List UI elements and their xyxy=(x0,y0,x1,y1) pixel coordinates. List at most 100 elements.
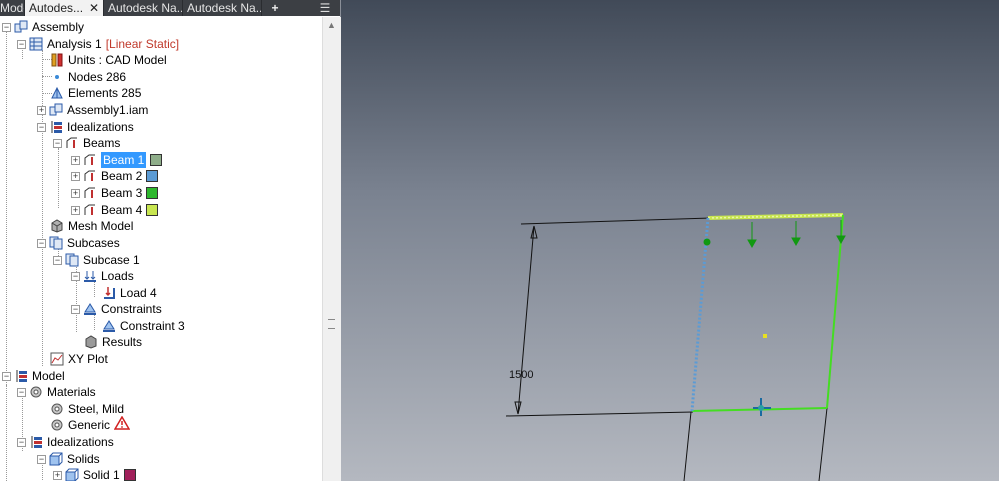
tree-label: Units : CAD Model xyxy=(68,53,167,67)
expand-toggle[interactable]: + xyxy=(37,105,46,115)
tree-item-generic[interactable]: Generic xyxy=(50,415,131,433)
tree-item-model[interactable]: − Model xyxy=(2,368,65,384)
loads-icon xyxy=(83,269,97,283)
tree-item-loads[interactable]: − Loads xyxy=(71,268,134,284)
beam-icon xyxy=(83,153,97,167)
tree-label: Elements 285 xyxy=(68,86,142,100)
tree-item-nodes[interactable]: Nodes 286 xyxy=(50,69,126,85)
collapse-toggle[interactable]: − xyxy=(17,39,26,49)
tree-item-materials[interactable]: − Materials xyxy=(17,384,96,400)
beam-icon xyxy=(83,169,97,183)
scroll-grip[interactable] xyxy=(328,319,335,329)
color-swatch xyxy=(150,154,163,166)
tree-label: Load 4 xyxy=(120,286,157,300)
xy-plot-icon xyxy=(50,352,64,366)
tree-label: Assembly1.iam xyxy=(67,103,149,117)
tree-label: Beam 3 xyxy=(101,186,143,200)
tree-label: Beams xyxy=(83,136,121,150)
tree-item-constraint-3[interactable]: Constraint 3 xyxy=(102,318,185,334)
tree-item-solid-1[interactable]: + Solid 1 xyxy=(53,467,136,481)
tree-label: Solid 1 xyxy=(83,468,120,481)
beam-icon xyxy=(65,136,79,150)
units-icon xyxy=(50,53,64,67)
tree-item-subcases[interactable]: − Subcases xyxy=(37,235,120,251)
tree-item-idealizations-model[interactable]: − Idealizations xyxy=(17,434,114,450)
tree-label: Beam 1 xyxy=(101,152,147,168)
beam-icon xyxy=(83,186,97,200)
collapse-toggle[interactable]: − xyxy=(37,454,46,464)
tree-item-beams[interactable]: − Beams xyxy=(53,135,120,151)
tree-item-assembly-iam[interactable]: + Assembly1.iam xyxy=(37,102,148,118)
tree-label: Analysis 1 xyxy=(47,37,102,51)
beam-icon xyxy=(83,203,97,217)
collapse-toggle[interactable]: − xyxy=(17,437,26,447)
close-icon[interactable]: ✕ xyxy=(89,1,99,15)
tree-item-load-4[interactable]: Load 4 xyxy=(102,285,157,301)
tab-autodesk-active[interactable]: Autodes... ✕ xyxy=(25,0,104,16)
tree-item-idealizations[interactable]: − Idealizations xyxy=(37,119,134,135)
beam-right xyxy=(826,214,844,409)
tree-item-assembly[interactable]: − Assembly xyxy=(2,19,84,35)
tree-item-constraints[interactable]: − Constraints xyxy=(71,301,162,317)
collapse-toggle[interactable]: − xyxy=(71,304,80,314)
collapse-toggle[interactable]: − xyxy=(2,371,11,381)
tree-item-beam-3[interactable]: + Beam 3 xyxy=(71,185,159,201)
subcase-icon xyxy=(65,253,79,267)
tree-item-solids[interactable]: − Solids xyxy=(37,451,100,467)
results-icon xyxy=(84,335,98,349)
tree-label: Materials xyxy=(47,385,96,399)
lower-edge-left xyxy=(683,411,692,481)
tab-model[interactable]: Model xyxy=(0,0,25,16)
analysis-icon xyxy=(29,37,43,51)
tree-item-beam-4[interactable]: + Beam 4 xyxy=(71,202,159,218)
tree-item-elements[interactable]: Elements 285 xyxy=(50,85,141,101)
expand-toggle[interactable]: + xyxy=(71,205,80,215)
tree-label: Model xyxy=(32,369,65,383)
collapse-toggle[interactable]: − xyxy=(53,138,62,148)
add-tab-button[interactable]: + xyxy=(262,0,288,16)
scroll-up-icon[interactable]: ▲ xyxy=(327,20,336,30)
tree-item-mesh-model[interactable]: Mesh Model xyxy=(50,218,133,234)
tree-item-steel-mild[interactable]: Steel, Mild xyxy=(50,401,124,417)
tree-item-units[interactable]: Units : CAD Model xyxy=(50,52,167,68)
mesh-icon xyxy=(50,219,64,233)
tree-label: Solids xyxy=(67,452,100,466)
expand-toggle[interactable]: + xyxy=(53,470,62,480)
expand-toggle[interactable]: + xyxy=(71,155,80,165)
tree-item-analysis[interactable]: − Analysis 1 [Linear Static] xyxy=(17,36,179,52)
collapse-toggle[interactable]: − xyxy=(17,387,26,397)
dimension-arrow-bottom xyxy=(514,401,522,415)
tree-label: Mesh Model xyxy=(68,219,134,233)
tree-label: Assembly xyxy=(32,20,85,34)
collapse-toggle[interactable]: − xyxy=(53,255,62,265)
color-swatch xyxy=(146,170,159,182)
expand-toggle[interactable]: + xyxy=(71,188,80,198)
center-point xyxy=(763,334,767,338)
collapse-toggle[interactable]: − xyxy=(37,238,46,248)
tree-item-beam-2[interactable]: + Beam 2 xyxy=(71,168,159,184)
menu-icon[interactable]: ☰ xyxy=(310,0,340,16)
collapse-toggle[interactable]: − xyxy=(71,271,80,281)
model-canvas[interactable]: 1500 xyxy=(341,0,999,481)
tree-item-beam-1[interactable]: + Beam 1 xyxy=(71,152,163,168)
tab-autodesk-nastran-2[interactable]: Autodesk Na... xyxy=(183,0,262,16)
load-arrows xyxy=(703,220,846,249)
expand-toggle[interactable]: + xyxy=(71,171,80,181)
graphics-viewport[interactable]: 1500 xyxy=(341,0,999,481)
tree-label: XY Plot xyxy=(68,352,108,366)
tree-item-subcase-1[interactable]: − Subcase 1 xyxy=(53,252,140,268)
tab-label: Autodesk Na... xyxy=(108,1,183,15)
tree-label: Idealizations xyxy=(67,120,134,134)
tree-scrollbar[interactable]: ▲ xyxy=(322,17,341,481)
collapse-toggle[interactable]: − xyxy=(37,122,46,132)
collapse-toggle[interactable]: − xyxy=(2,22,11,32)
tree-item-results[interactable]: Results xyxy=(84,334,142,350)
tab-autodesk-nastran-1[interactable]: Autodesk Na... xyxy=(104,0,183,16)
tree-label: Subcases xyxy=(67,236,120,250)
model-browser-panel: Model Autodes... ✕ Autodesk Na... Autodes… xyxy=(0,0,341,481)
color-swatch xyxy=(146,187,159,199)
tree-label: Idealizations xyxy=(47,435,114,449)
color-swatch xyxy=(123,469,136,481)
tree-item-xy-plot[interactable]: XY Plot xyxy=(50,351,108,367)
tree-label: Constraints xyxy=(101,302,162,316)
